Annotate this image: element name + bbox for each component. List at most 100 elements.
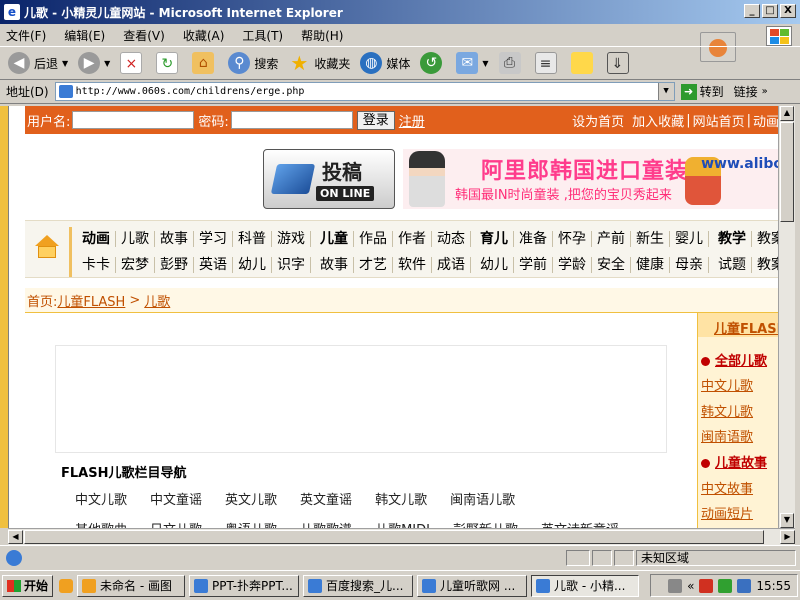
network-icon[interactable] (718, 578, 733, 593)
menu-file[interactable]: 文件(F) (6, 27, 46, 44)
nav-link[interactable]: 宏梦 (116, 257, 155, 273)
history-button[interactable]: ↺ (420, 52, 446, 74)
nav-link[interactable]: 幼儿 (233, 257, 272, 273)
mail-button[interactable]: ✉ ▼ (456, 52, 489, 74)
messenger-icon[interactable] (737, 578, 752, 593)
sidebar-item[interactable]: 中文故事 (701, 478, 753, 497)
password-input[interactable] (230, 111, 353, 129)
nav-link[interactable]: 新生 (631, 231, 670, 247)
nav-link[interactable]: 儿歌 (116, 231, 155, 247)
sidebar-category-all-songs[interactable]: 全部儿歌 (701, 350, 767, 369)
flash-nav-link[interactable]: 日文儿歌 (150, 519, 202, 528)
menu-favorites[interactable]: 收藏(A) (183, 27, 225, 44)
nav-link[interactable]: 识字 (272, 257, 311, 273)
nav-link[interactable]: 产前 (592, 231, 631, 247)
flash-nav-link[interactable]: 中文儿歌 (75, 489, 127, 508)
register-link[interactable]: 注册 (399, 111, 425, 130)
maximize-button[interactable]: □ (762, 4, 778, 18)
address-dropdown-icon[interactable]: ▼ (657, 83, 674, 100)
sidebar-head[interactable]: 儿童FLASH (698, 313, 778, 337)
nav-link[interactable]: 育儿 (475, 231, 514, 247)
kids-clothing-ad[interactable]: 阿里郎韩国进口童装 韩国最IN时尚童装 ,把您的宝贝秀起来 www.alibo (403, 149, 778, 209)
menu-help[interactable]: 帮助(H) (301, 27, 343, 44)
flash-nav-link[interactable]: 韩文儿歌 (375, 489, 427, 508)
nav-link[interactable]: 才艺 (354, 257, 393, 273)
start-button[interactable]: 开始 (2, 574, 54, 597)
messenger-button[interactable]: ⇓ (606, 52, 633, 74)
flash-nav-link[interactable]: 英文儿歌 (225, 489, 277, 508)
nav-link[interactable]: 卡卡 (77, 257, 116, 273)
nav-link[interactable]: 动画 (77, 231, 116, 247)
sidebar-item[interactable]: 动画短片 (701, 503, 753, 522)
flash-nav-link[interactable]: 儿歌歌谱 (300, 519, 352, 528)
scroll-down-icon[interactable]: ▼ (780, 513, 794, 528)
task-kids-songs[interactable]: 儿童听歌网 ... (417, 574, 528, 597)
chevron-right-icon[interactable]: » (762, 86, 768, 97)
nav-link[interactable]: 游戏 (272, 231, 311, 247)
nav-link[interactable]: 婴儿 (670, 231, 709, 247)
close-button[interactable]: X (780, 4, 796, 18)
keyboard-icon[interactable] (668, 578, 683, 593)
stop-button[interactable]: × (120, 52, 146, 74)
animation-link[interactable]: 动画 (753, 111, 778, 130)
flash-nav-link[interactable]: 粤语儿歌 (225, 519, 277, 528)
login-button[interactable]: 登录 (356, 110, 395, 130)
add-favorite-link[interactable]: 加入收藏 (632, 111, 684, 130)
links-button[interactable]: 链接 (734, 83, 758, 100)
horizontal-scrollbar[interactable]: ◀ ▶ (8, 528, 795, 545)
vertical-scroll-thumb[interactable] (780, 122, 794, 222)
site-home-link[interactable]: 网站首页 (693, 111, 745, 130)
nav-link[interactable]: 试题 (713, 257, 752, 273)
nav-link[interactable]: 作品 (354, 231, 393, 247)
nav-link[interactable]: 儿童 (315, 231, 354, 247)
nav-link[interactable]: 准备 (514, 231, 553, 247)
nav-link[interactable]: 科普 (233, 231, 272, 247)
back-button[interactable]: ◀ 后退 ▼ (8, 52, 68, 74)
nav-link[interactable]: 怀孕 (553, 231, 592, 247)
edit-button[interactable]: ≡ (534, 52, 561, 74)
go-button[interactable]: ➜ 转到 (680, 83, 724, 100)
flash-nav-link[interactable]: 英文童谣 (300, 489, 352, 508)
username-input[interactable] (72, 111, 195, 129)
breadcrumb-home[interactable]: 首页: (27, 291, 57, 310)
vertical-scrollbar[interactable]: ▲ ▼ (778, 106, 795, 528)
task-paint[interactable]: 未命名 - 画图 (77, 574, 186, 597)
favorites-button[interactable]: ★ 收藏夹 (288, 52, 350, 74)
media-button[interactable]: ◍ 媒体 (360, 52, 410, 74)
window-title-bar[interactable]: e 儿歌 - 小精灵儿童网站 - Microsoft Internet Expl… (0, 0, 800, 24)
address-input[interactable]: http://www.060s.com/childrens/erge.php ▼ (54, 82, 675, 101)
tray-expand-icon[interactable]: « (687, 579, 694, 593)
menu-edit[interactable]: 编辑(E) (64, 27, 105, 44)
home-button[interactable]: ⌂ (192, 52, 218, 74)
nav-link[interactable]: 故事 (315, 257, 354, 273)
scroll-up-icon[interactable]: ▲ (780, 106, 794, 121)
flash-nav-link[interactable]: 中文童谣 (150, 489, 202, 508)
task-baidu[interactable]: 百度搜索_儿... (303, 574, 414, 597)
quicklaunch-icon[interactable] (59, 578, 74, 593)
nav-link[interactable]: 教案 (752, 257, 778, 273)
submit-online-banner[interactable]: 投稿 ON LINE (263, 149, 395, 209)
minimize-button[interactable]: _ (744, 4, 760, 18)
scroll-left-icon[interactable]: ◀ (8, 530, 23, 544)
nav-link[interactable]: 教案 (752, 231, 778, 247)
nav-link[interactable]: 彭野 (155, 257, 194, 273)
task-ppt[interactable]: PPT-扑奔PPT... (189, 574, 300, 597)
nav-link[interactable]: 学龄 (553, 257, 592, 273)
refresh-button[interactable]: ↻ (156, 52, 182, 74)
sidebar-item[interactable]: 中文儿歌 (701, 375, 753, 394)
nav-link[interactable]: 幼儿 (475, 257, 514, 273)
horizontal-scroll-thumb[interactable] (24, 530, 764, 544)
nav-link[interactable]: 成语 (432, 257, 471, 273)
nav-link[interactable]: 动态 (432, 231, 471, 247)
flash-nav-link[interactable]: 其他歌曲 (75, 519, 127, 528)
sidebar-item[interactable]: 韩文儿歌 (701, 401, 753, 420)
menu-view[interactable]: 查看(V) (123, 27, 165, 44)
nav-link[interactable]: 学习 (194, 231, 233, 247)
flash-nav-link[interactable]: 彭野新儿歌 (453, 519, 518, 528)
notes-button[interactable] (570, 52, 597, 74)
nav-link[interactable]: 作者 (393, 231, 432, 247)
forward-button[interactable]: ▶ ▼ (78, 52, 110, 74)
nav-link[interactable]: 英语 (194, 257, 233, 273)
task-erge-active[interactable]: 儿歌 - 小精... (531, 574, 640, 597)
nav-link[interactable]: 故事 (155, 231, 194, 247)
